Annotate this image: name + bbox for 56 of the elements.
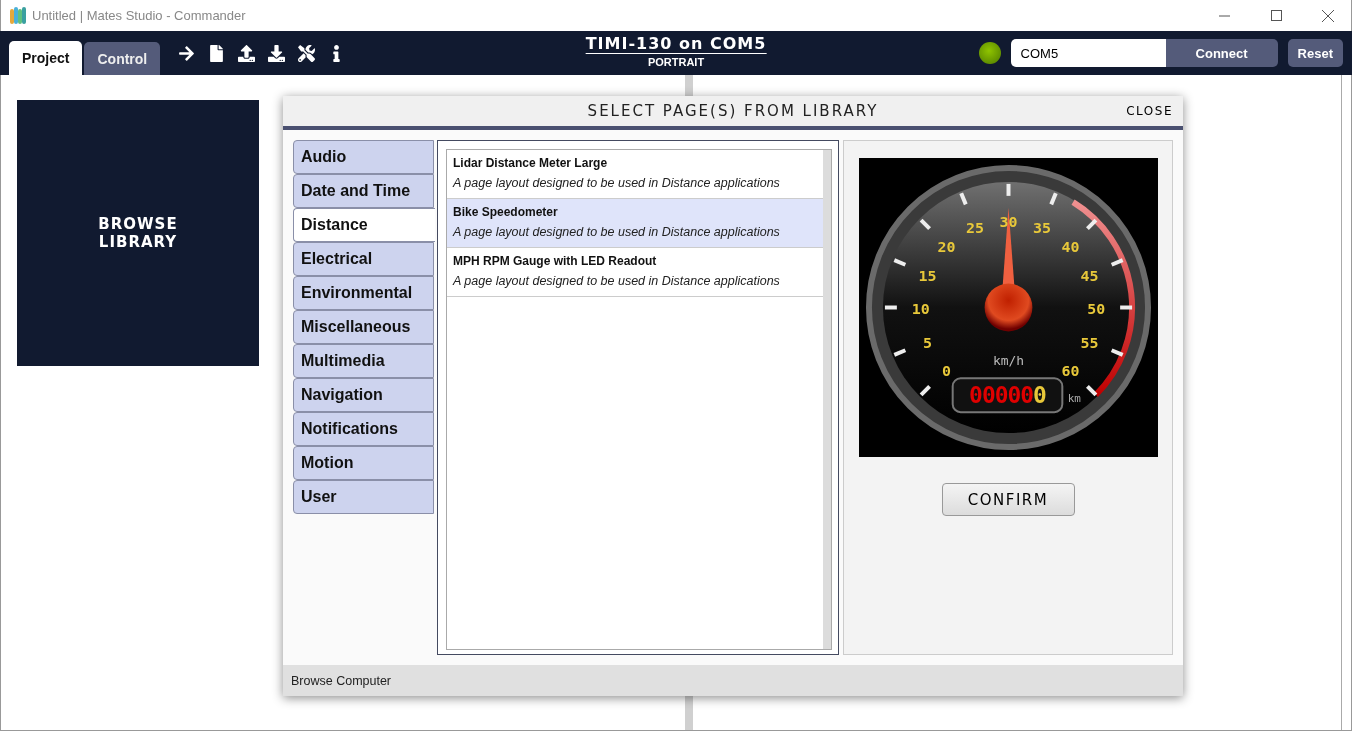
app-logo-icon — [10, 6, 26, 25]
scrollbar-track[interactable] — [823, 150, 831, 649]
maximize-icon — [1270, 10, 1282, 21]
category-tab[interactable]: Notifications — [293, 412, 434, 446]
browse-computer-link[interactable]: Browse Computer — [291, 673, 392, 688]
close-link[interactable]: CLOSE — [1126, 104, 1173, 118]
browse-library-tile[interactable]: BROWSE LIBRARY — [17, 100, 259, 366]
download-icon[interactable] — [268, 44, 286, 62]
odometer-reading: 000000 — [968, 382, 1046, 409]
scale-label: 20 — [937, 238, 955, 257]
reset-button[interactable]: Reset — [1287, 39, 1343, 67]
page-name: MPH RPM Gauge with LED Readout — [453, 254, 658, 268]
scale-label: 45 — [1080, 266, 1099, 285]
category-tab[interactable]: Navigation — [293, 378, 434, 412]
page-name: Lidar Distance Meter Large — [453, 156, 609, 170]
category-tab[interactable]: Miscellaneous — [293, 310, 434, 344]
odometer-unit: km — [1067, 392, 1081, 406]
page-list-item[interactable]: Bike Speedometer A page layout designed to be used in Distance applications — [447, 199, 823, 248]
scale-label: 25 — [965, 219, 984, 238]
scale-label: 5 — [922, 334, 932, 353]
category-tab[interactable]: Date and Time — [293, 174, 434, 208]
page-description: A page layout designed to be used in Distance applications — [453, 274, 781, 288]
category-tab[interactable]: User — [293, 480, 434, 514]
close-icon — [1322, 9, 1334, 22]
unit-label: km/h — [992, 353, 1024, 369]
scale-label: 10 — [911, 300, 930, 319]
category-tab[interactable]: Environmental — [293, 276, 434, 310]
scale-label: 60 — [1061, 362, 1079, 381]
scale-label: 50 — [1086, 300, 1105, 319]
window-title: Untitled | Mates Studio - Commander — [32, 8, 247, 23]
file-icon[interactable] — [208, 44, 226, 62]
category-tab[interactable]: Distance — [293, 208, 435, 242]
device-orientation: PORTRAIT — [647, 56, 705, 68]
confirm-button[interactable]: CONFIRM — [941, 483, 1075, 516]
arrow-right-icon[interactable] — [178, 44, 196, 62]
page-name: Bike Speedometer — [453, 205, 559, 219]
port-field[interactable]: COM5 — [1010, 39, 1166, 67]
category-tab[interactable]: Motion — [293, 446, 434, 480]
scale-label: 55 — [1080, 334, 1099, 353]
toolbar-tab[interactable]: Project — [9, 41, 83, 75]
dialog-title: SELECT PAGE(S) FROM LIBRARY — [587, 102, 879, 120]
browse-library-label: BROWSE LIBRARY — [97, 215, 179, 251]
scale-label: 0 — [941, 362, 951, 381]
upload-icon[interactable] — [238, 44, 256, 62]
category-tab[interactable]: Multimedia — [293, 344, 434, 378]
scale-label: 40 — [1061, 238, 1079, 257]
connect-button[interactable]: Connect — [1165, 39, 1278, 67]
category-tab[interactable]: Audio — [293, 140, 434, 174]
tools-icon[interactable] — [298, 44, 316, 62]
toolbar-tab[interactable]: Control — [84, 42, 161, 75]
scale-label: 15 — [917, 266, 936, 285]
page-description: A page layout designed to be used in Distance applications — [453, 176, 781, 190]
device-title: TIMI-130 on COM5 — [585, 35, 767, 54]
category-tab[interactable]: Electrical — [293, 242, 434, 276]
scale-label: 35 — [1032, 219, 1051, 238]
page-description: A page layout designed to be used in Distance applications — [453, 225, 781, 239]
